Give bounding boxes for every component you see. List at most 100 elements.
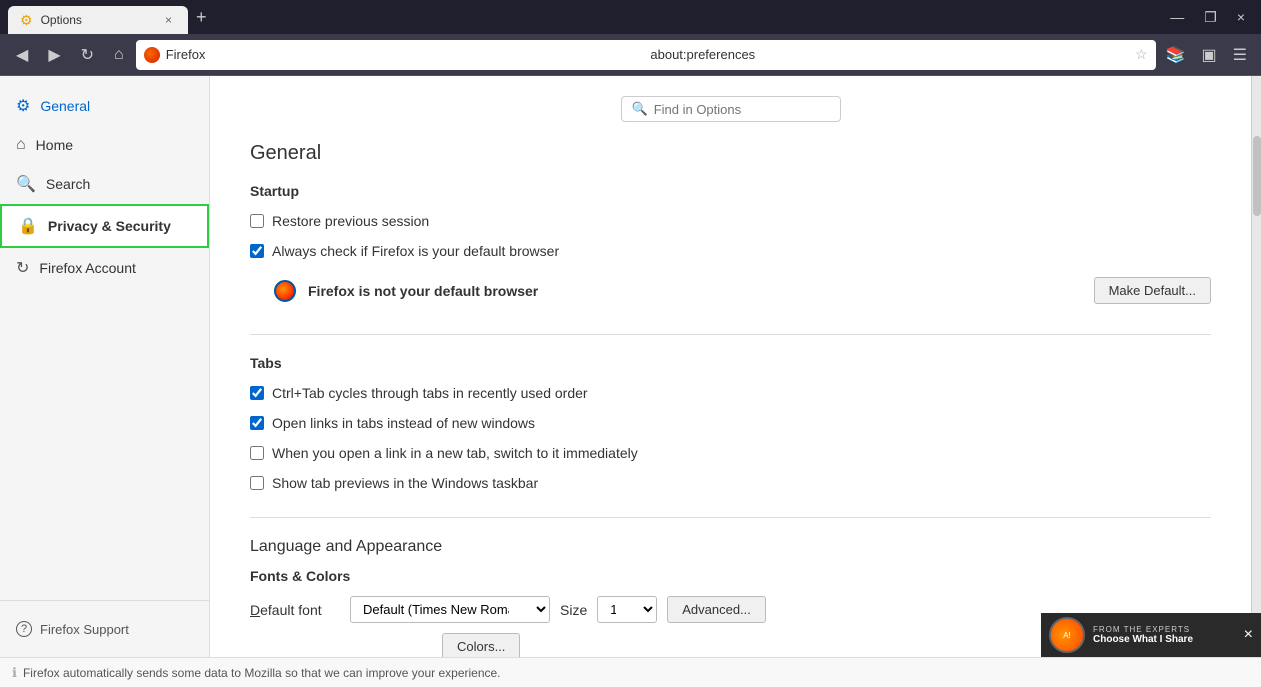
watermark-line1: FROM THE EXPERTS bbox=[1093, 625, 1236, 634]
new-tab-button[interactable]: + bbox=[188, 7, 215, 28]
status-bar: ℹ Firefox automatically sends some data … bbox=[0, 657, 1261, 687]
find-input[interactable] bbox=[654, 102, 830, 117]
privacy-lock-icon: 🔒 bbox=[18, 216, 38, 236]
sidebar-bottom: ? Firefox Support bbox=[0, 600, 209, 657]
home-icon: ⌂ bbox=[16, 136, 26, 154]
sidebar-support-link[interactable]: ? Firefox Support bbox=[0, 611, 209, 647]
default-browser-message: Firefox is not your default browser bbox=[308, 283, 1082, 299]
title-bar: ⚙ Options × + — ❐ × bbox=[0, 0, 1261, 34]
menu-button[interactable]: ☰ bbox=[1227, 41, 1253, 69]
tab-close-button[interactable]: × bbox=[161, 11, 176, 29]
minimize-button[interactable]: — bbox=[1162, 7, 1192, 27]
restore-session-label: Restore previous session bbox=[272, 213, 429, 229]
sidebar-search-label: Search bbox=[46, 176, 90, 192]
tab-previews-label: Show tab previews in the Windows taskbar bbox=[272, 475, 538, 491]
search-icon: 🔍 bbox=[16, 174, 36, 194]
nav-bar: ◀ ▶ ↻ ⌂ Firefox about:preferences ☆ 📚 ▣ … bbox=[0, 34, 1261, 76]
default-font-select[interactable]: Default (Times New Roman) Arial Times Ne… bbox=[350, 596, 550, 623]
sidebar-account-label: Firefox Account bbox=[39, 260, 136, 276]
tab-title: Options bbox=[41, 13, 153, 27]
watermark-bar: A! FROM THE EXPERTS Choose What I Share … bbox=[1041, 613, 1261, 657]
always-check-checkbox[interactable] bbox=[250, 244, 264, 258]
advanced-button[interactable]: Advanced... bbox=[667, 596, 766, 623]
font-size-select[interactable]: 12 14 16 18 20 bbox=[597, 596, 657, 623]
bookmark-star-icon[interactable]: ☆ bbox=[1135, 46, 1148, 63]
tab-gear-icon: ⚙ bbox=[20, 12, 33, 29]
address-text: about:preferences bbox=[650, 47, 1129, 62]
always-check-label: Always check if Firefox is your default … bbox=[272, 243, 559, 259]
browser-name-label: Firefox bbox=[166, 47, 645, 62]
default-browser-row: Firefox is not your default browser Make… bbox=[274, 271, 1211, 310]
support-label: Firefox Support bbox=[40, 622, 129, 637]
switch-new-tab-checkbox[interactable] bbox=[250, 446, 264, 460]
make-default-button[interactable]: Make Default... bbox=[1094, 277, 1211, 304]
watermark-logo-text: A! bbox=[1063, 631, 1071, 640]
sidebar-item-account[interactable]: ↻ Firefox Account bbox=[0, 248, 209, 288]
scroll-track[interactable] bbox=[1251, 76, 1261, 657]
info-icon: ℹ bbox=[12, 665, 17, 681]
open-links-label: Open links in tabs instead of new window… bbox=[272, 415, 535, 431]
sidebar-item-general[interactable]: ⚙ General bbox=[0, 86, 209, 126]
window-close-button[interactable]: × bbox=[1229, 7, 1253, 27]
open-links-row: Open links in tabs instead of new window… bbox=[250, 413, 1211, 433]
restore-session-checkbox[interactable] bbox=[250, 214, 264, 228]
always-check-row: Always check if Firefox is your default … bbox=[250, 241, 1211, 261]
ctrlTab-checkbox[interactable] bbox=[250, 386, 264, 400]
sidebar-item-search[interactable]: 🔍 Search bbox=[0, 164, 209, 204]
maximize-button[interactable]: ❐ bbox=[1196, 7, 1225, 28]
find-bar-wrapper: 🔍 bbox=[250, 96, 1211, 122]
sidebar: ⚙ General ⌂ Home 🔍 Search 🔒 Privacy & Se… bbox=[0, 76, 210, 657]
find-search-icon: 🔍 bbox=[632, 101, 648, 117]
sidebar-item-home[interactable]: ⌂ Home bbox=[0, 126, 209, 164]
firefox-logo-icon bbox=[144, 47, 160, 63]
firefox-default-icon bbox=[274, 280, 296, 302]
content-panel: 🔍 General Startup Restore previous sessi… bbox=[210, 76, 1251, 657]
options-tab[interactable]: ⚙ Options × bbox=[8, 6, 188, 34]
sidebar-item-privacy[interactable]: 🔒 Privacy & Security bbox=[0, 204, 209, 248]
watermark-line2: Choose What I Share bbox=[1093, 634, 1236, 645]
tabs-separator bbox=[250, 517, 1211, 518]
window-controls: — ❐ × bbox=[1162, 7, 1253, 28]
ctrlTab-row: Ctrl+Tab cycles through tabs in recently… bbox=[250, 383, 1211, 403]
reload-button[interactable]: ↻ bbox=[73, 41, 102, 69]
forward-button[interactable]: ▶ bbox=[40, 41, 68, 69]
sidebar-general-label: General bbox=[40, 98, 90, 114]
startup-section: Startup Restore previous session Always … bbox=[250, 183, 1211, 310]
address-bar[interactable]: Firefox about:preferences ☆ bbox=[136, 40, 1156, 70]
open-links-checkbox[interactable] bbox=[250, 416, 264, 430]
default-font-label: Default font bbox=[250, 602, 340, 618]
restore-session-row: Restore previous session bbox=[250, 211, 1211, 231]
status-message: Firefox automatically sends some data to… bbox=[23, 666, 501, 680]
tabs-section: Tabs Ctrl+Tab cycles through tabs in rec… bbox=[250, 355, 1211, 493]
support-help-icon: ? bbox=[16, 621, 32, 637]
nav-right-buttons: 📚 ▣ ☰ bbox=[1160, 41, 1253, 69]
find-bar[interactable]: 🔍 bbox=[621, 96, 841, 122]
switch-new-tab-label: When you open a link in a new tab, switc… bbox=[272, 445, 638, 461]
ctrlTab-label: Ctrl+Tab cycles through tabs in recently… bbox=[272, 385, 588, 401]
watermark-close-button[interactable]: × bbox=[1244, 626, 1253, 644]
size-label: Size bbox=[560, 602, 587, 618]
scroll-thumb[interactable] bbox=[1253, 136, 1261, 216]
switch-new-tab-row: When you open a link in a new tab, switc… bbox=[250, 443, 1211, 463]
general-gear-icon: ⚙ bbox=[16, 96, 30, 116]
account-sync-icon: ↻ bbox=[16, 258, 29, 278]
home-button[interactable]: ⌂ bbox=[106, 42, 132, 68]
watermark-logo: A! bbox=[1049, 617, 1085, 653]
tab-bar: ⚙ Options × + bbox=[8, 0, 1162, 34]
lang-appearance-title: Language and Appearance bbox=[250, 538, 1211, 556]
tab-previews-row: Show tab previews in the Windows taskbar bbox=[250, 473, 1211, 493]
watermark-text-block: FROM THE EXPERTS Choose What I Share bbox=[1093, 625, 1236, 645]
general-section-title: General bbox=[250, 142, 1211, 165]
tab-previews-checkbox[interactable] bbox=[250, 476, 264, 490]
startup-separator bbox=[250, 334, 1211, 335]
tabs-title: Tabs bbox=[250, 355, 1211, 371]
colors-button[interactable]: Colors... bbox=[442, 633, 520, 657]
main-content: ⚙ General ⌂ Home 🔍 Search 🔒 Privacy & Se… bbox=[0, 76, 1261, 657]
library-button[interactable]: 📚 bbox=[1160, 41, 1192, 69]
fonts-colors-title: Fonts & Colors bbox=[250, 568, 1211, 584]
sidebar-privacy-label: Privacy & Security bbox=[48, 218, 171, 234]
startup-title: Startup bbox=[250, 183, 1211, 199]
sidebar-home-label: Home bbox=[36, 137, 73, 153]
sidebar-toggle-button[interactable]: ▣ bbox=[1196, 41, 1223, 69]
back-button[interactable]: ◀ bbox=[8, 41, 36, 69]
